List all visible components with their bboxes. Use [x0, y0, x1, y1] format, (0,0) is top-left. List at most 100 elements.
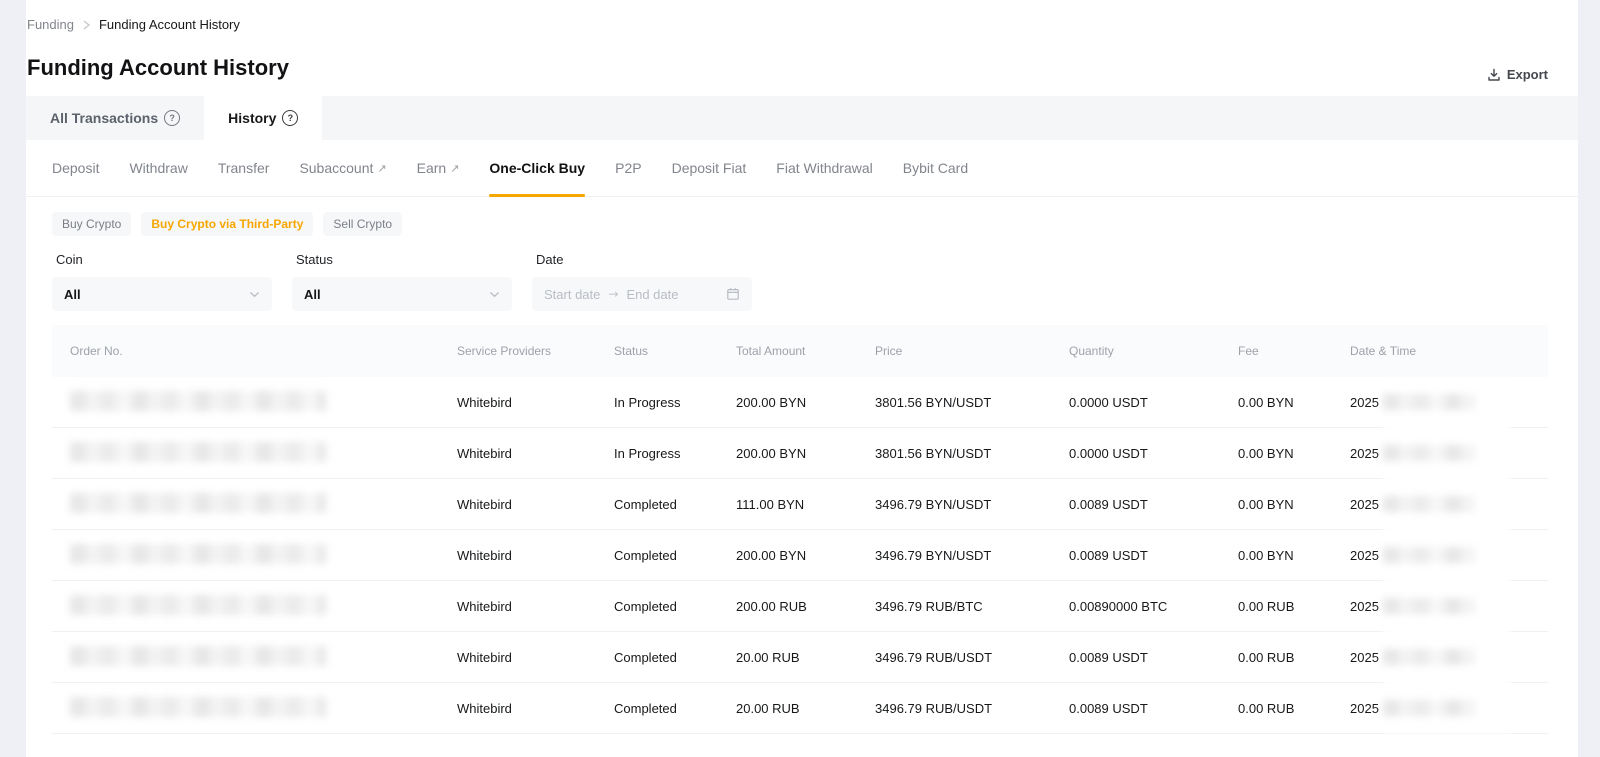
info-icon[interactable]: ?: [164, 110, 180, 126]
table-row: Whitebird Completed 20.00 RUB 3496.79 RU…: [52, 683, 1548, 734]
subnav-tab[interactable]: P2P: [615, 140, 641, 196]
cell-status: Completed: [614, 599, 736, 614]
cell-order-no: [52, 442, 457, 465]
subnav-tab[interactable]: Bybit Card: [903, 140, 968, 196]
main-tab[interactable]: History ?: [204, 96, 322, 140]
page-title: Funding Account History: [27, 54, 289, 82]
date-redacted-blur: [1383, 496, 1475, 512]
subnav-tab-label: Bybit Card: [903, 160, 968, 176]
date-range-picker[interactable]: Start date → End date: [532, 277, 752, 311]
cell-date-time: 2025: [1350, 394, 1548, 410]
subnav-tab-label: One-Click Buy: [489, 160, 585, 176]
cell-price: 3496.79 RUB/USDT: [875, 701, 1069, 716]
status-filter-group: Status All: [292, 252, 512, 311]
cell-quantity: 0.0089 USDT: [1069, 548, 1238, 563]
table-row: Whitebird Completed 111.00 BYN 3496.79 B…: [52, 479, 1548, 530]
subnav-tab-label: Transfer: [218, 160, 270, 176]
filter-pill[interactable]: Buy Crypto via Third-Party: [141, 212, 313, 236]
subnav-tab-label: Fiat Withdrawal: [776, 160, 872, 176]
cell-order-no: [52, 595, 457, 618]
subnav-tab[interactable]: Deposit Fiat: [672, 140, 747, 196]
table-row: Whitebird Completed 200.00 BYN 3496.79 B…: [52, 530, 1548, 581]
table-column-header: Status: [614, 344, 736, 358]
export-label: Export: [1507, 67, 1548, 82]
table-column-header: Fee: [1238, 344, 1350, 358]
content-card: Funding Funding Account History Funding …: [26, 0, 1578, 757]
subnav-tab[interactable]: Transfer: [218, 140, 270, 196]
date-year: 2025: [1350, 497, 1379, 512]
download-icon: [1487, 68, 1501, 82]
date-redacted-blur: [1383, 700, 1475, 716]
cell-total-amount: 200.00 BYN: [736, 395, 875, 410]
chevron-down-icon: [249, 291, 260, 298]
breadcrumb-current: Funding Account History: [99, 17, 240, 32]
table-row: Whitebird Completed 20.00 RUB 3496.79 RU…: [52, 632, 1548, 683]
subnav-tab[interactable]: Withdraw: [129, 140, 187, 196]
cell-fee: 0.00 BYN: [1238, 548, 1350, 563]
cell-service-provider: Whitebird: [457, 497, 614, 512]
table-header-row: Order No. Service Providers Status Total…: [52, 325, 1548, 377]
main-tab-label: History: [228, 110, 276, 126]
cell-fee: 0.00 RUB: [1238, 701, 1350, 716]
subnav-tab[interactable]: Earn ↗: [417, 140, 460, 196]
cell-order-no: [52, 544, 457, 567]
cell-service-provider: Whitebird: [457, 446, 614, 461]
cell-status: Completed: [614, 701, 736, 716]
cell-price: 3496.79 BYN/USDT: [875, 497, 1069, 512]
filter-pill[interactable]: Sell Crypto: [323, 212, 402, 236]
subnav-tab-label: Earn: [417, 160, 447, 176]
end-date-placeholder: End date: [626, 287, 678, 302]
cell-total-amount: 20.00 RUB: [736, 650, 875, 665]
cell-date-time: 2025: [1350, 445, 1548, 461]
cell-status: In Progress: [614, 446, 736, 461]
subnav-tab-label: P2P: [615, 160, 641, 176]
date-year: 2025: [1350, 395, 1379, 410]
table-column-header: Total Amount: [736, 344, 875, 358]
cell-service-provider: Whitebird: [457, 599, 614, 614]
status-select[interactable]: All: [292, 277, 512, 311]
cell-service-provider: Whitebird: [457, 395, 614, 410]
order-no-redacted-blur: [70, 391, 326, 411]
filter-pill[interactable]: Buy Crypto: [52, 212, 131, 236]
status-filter-label: Status: [296, 252, 512, 267]
cell-price: 3496.79 BYN/USDT: [875, 548, 1069, 563]
subnav-tab[interactable]: Deposit: [52, 140, 99, 196]
table-row: Whitebird In Progress 200.00 BYN 3801.56…: [52, 428, 1548, 479]
table-row: Whitebird Completed 200.00 RUB 3496.79 R…: [52, 581, 1548, 632]
date-year: 2025: [1350, 701, 1379, 716]
cell-total-amount: 200.00 RUB: [736, 599, 875, 614]
cell-price: 3801.56 BYN/USDT: [875, 446, 1069, 461]
chevron-down-icon: [489, 291, 500, 298]
main-tab-bar: All Transactions ? History ?: [26, 96, 1578, 140]
subnav-tab[interactable]: One-Click Buy: [489, 140, 585, 196]
cell-total-amount: 111.00 BYN: [736, 497, 875, 512]
breadcrumb: Funding Funding Account History: [26, 0, 1578, 32]
cell-price: 3496.79 RUB/BTC: [875, 599, 1069, 614]
export-button[interactable]: Export: [1487, 67, 1548, 82]
subnav-tab[interactable]: Subaccount ↗: [299, 140, 386, 196]
order-no-redacted-blur: [70, 646, 326, 666]
chevron-right-icon: [82, 19, 91, 31]
info-icon[interactable]: ?: [282, 110, 298, 126]
main-tab[interactable]: All Transactions ?: [26, 96, 204, 140]
buy-type-filter-pills: Buy Crypto Buy Crypto via Third-Party Se…: [26, 212, 1578, 236]
external-link-icon: ↗: [377, 162, 386, 175]
breadcrumb-parent-link[interactable]: Funding: [27, 17, 74, 32]
cell-total-amount: 20.00 RUB: [736, 701, 875, 716]
table-column-header: Service Providers: [457, 344, 614, 358]
start-date-placeholder: Start date: [544, 287, 600, 302]
subnav-tab[interactable]: Fiat Withdrawal: [776, 140, 872, 196]
title-bar: Funding Account History Export: [26, 54, 1578, 82]
transactions-table: Order No. Service Providers Status Total…: [52, 325, 1548, 734]
cell-service-provider: Whitebird: [457, 650, 614, 665]
cell-date-time: 2025: [1350, 547, 1548, 563]
subnav-tab-label: Withdraw: [129, 160, 187, 176]
cell-status: Completed: [614, 548, 736, 563]
coin-filter-group: Coin All: [52, 252, 272, 311]
cell-price: 3801.56 BYN/USDT: [875, 395, 1069, 410]
table-row: Whitebird In Progress 200.00 BYN 3801.56…: [52, 377, 1548, 428]
cell-quantity: 0.0089 USDT: [1069, 497, 1238, 512]
cell-fee: 0.00 RUB: [1238, 650, 1350, 665]
cell-quantity: 0.0000 USDT: [1069, 446, 1238, 461]
coin-select[interactable]: All: [52, 277, 272, 311]
